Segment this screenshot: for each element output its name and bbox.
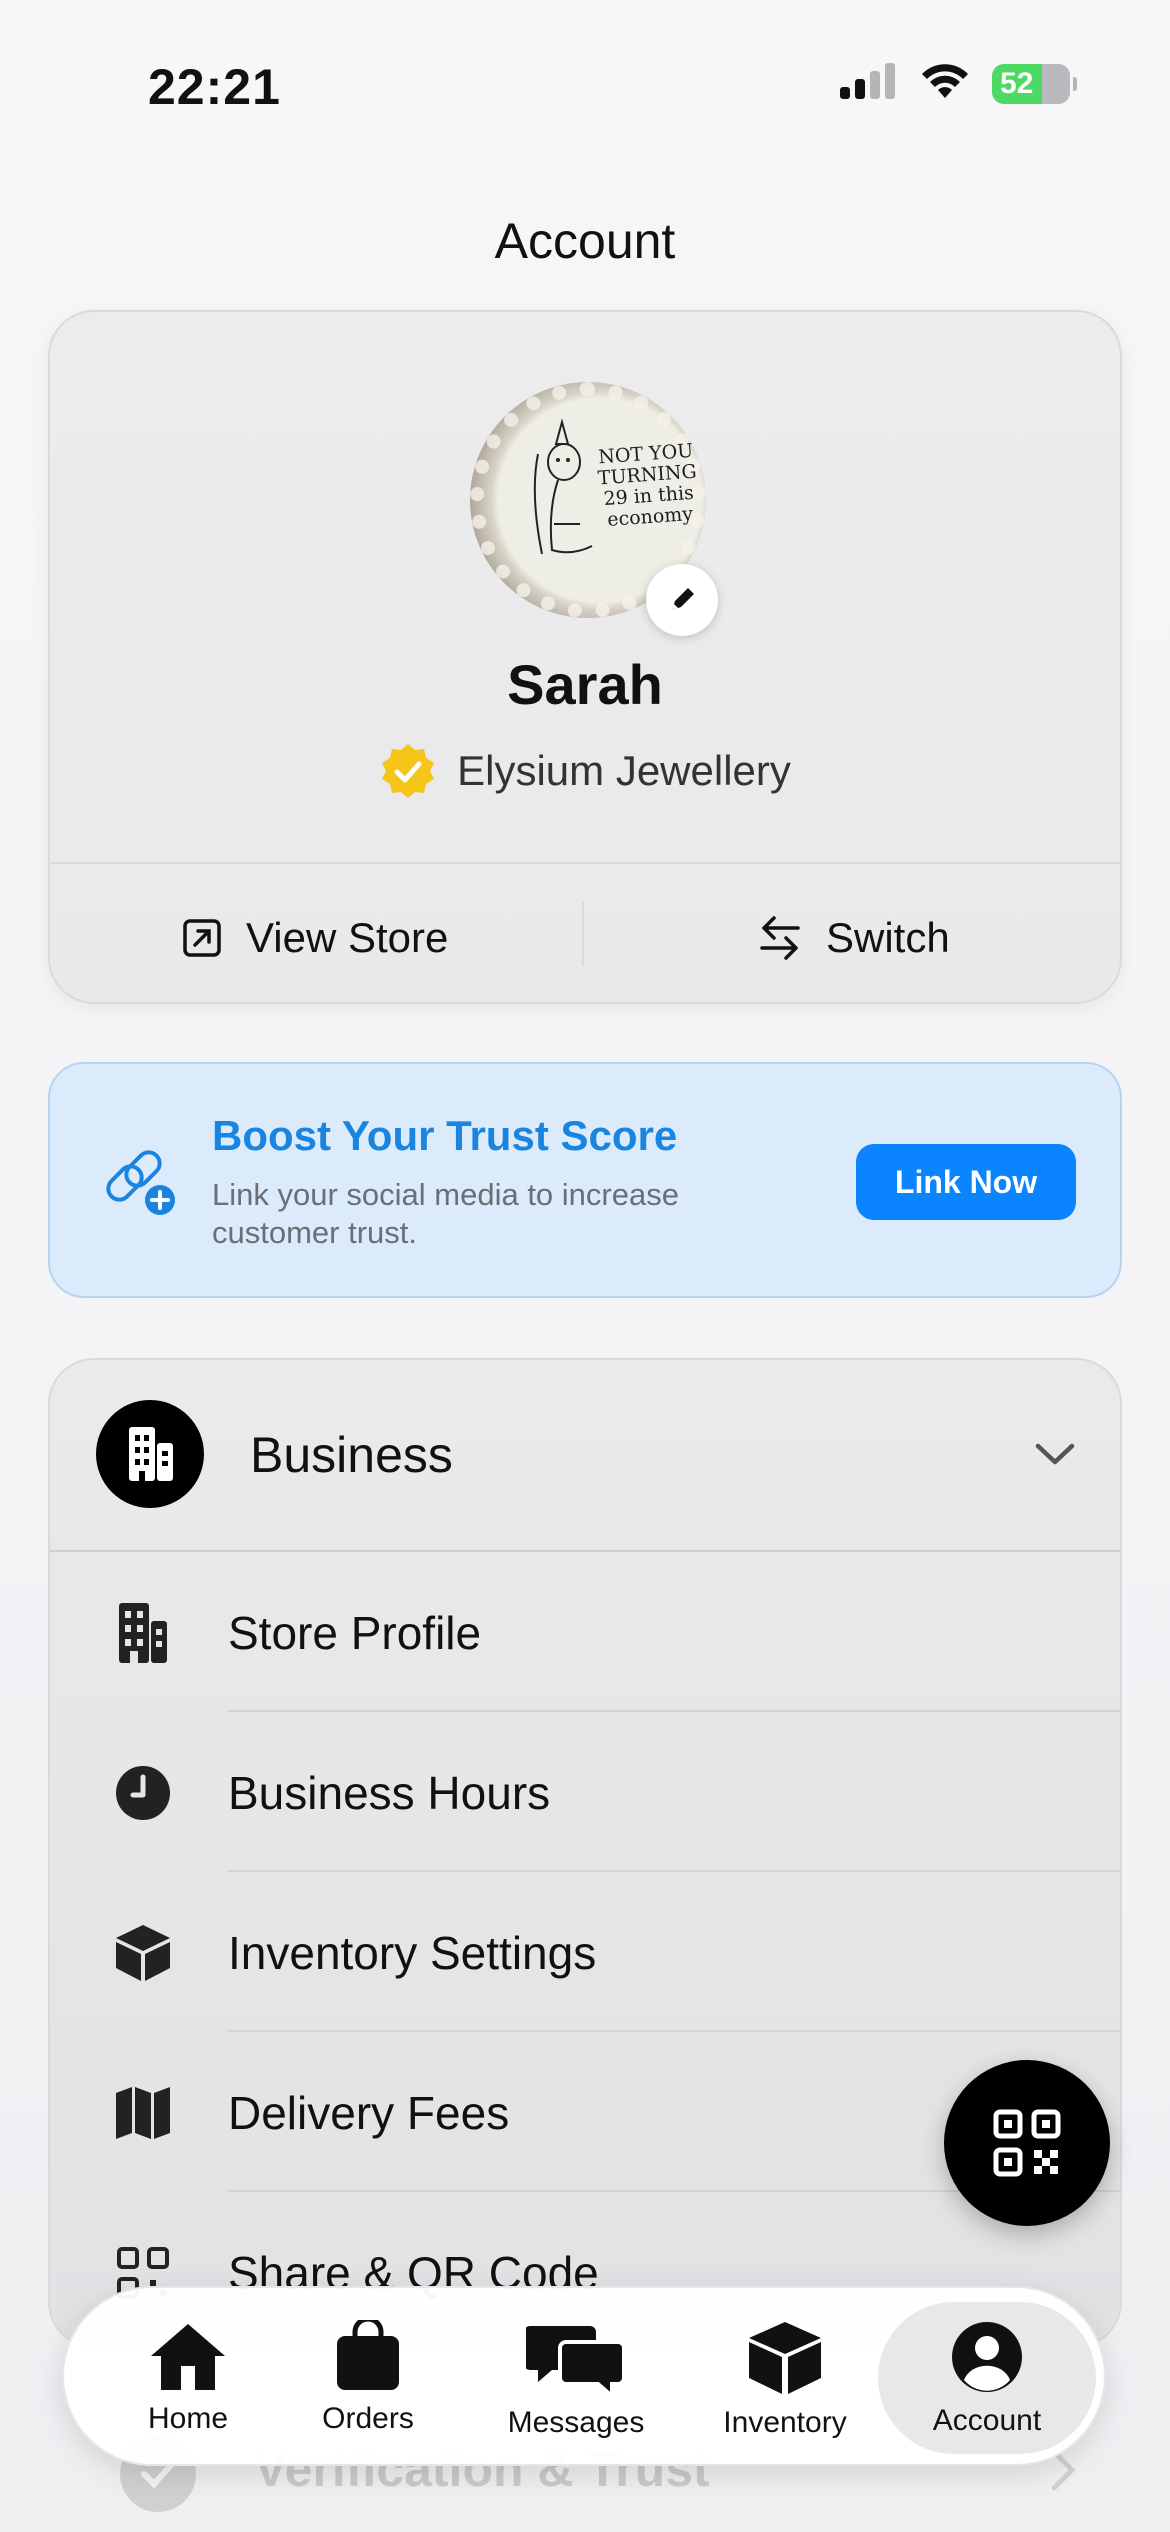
business-section-title: Business: [250, 1427, 453, 1483]
building-icon: [114, 1603, 172, 1663]
link-now-button[interactable]: Link Now: [856, 1144, 1076, 1220]
tab-account[interactable]: Account: [878, 2302, 1096, 2454]
building-icon: [96, 1400, 204, 1508]
tab-home[interactable]: Home: [120, 2302, 256, 2454]
trust-banner-subtitle: Link your social media to increase custo…: [212, 1177, 679, 1250]
edit-avatar-button[interactable]: [646, 564, 718, 636]
tab-label: Inventory: [723, 2406, 847, 2439]
trust-score-banner: Boost Your Trust Score Link your social …: [48, 1062, 1122, 1298]
pencil-icon: [672, 588, 694, 610]
tab-label: Orders: [322, 2402, 414, 2435]
switch-store-button[interactable]: Switch: [758, 908, 950, 968]
menu-item-label: Store Profile: [228, 1607, 482, 1659]
qr-scan-fab[interactable]: [944, 2060, 1110, 2226]
divider: [50, 862, 1120, 864]
page-title: Account: [494, 213, 676, 269]
store-name: Elysium Jewellery: [457, 747, 791, 794]
status-icons: 52: [840, 62, 1077, 105]
battery-level: 52: [1000, 66, 1034, 100]
map-icon: [114, 2084, 172, 2142]
store-row: Elysium Jewellery: [50, 742, 1120, 800]
box-icon: [114, 1924, 172, 1982]
swap-arrows-icon: [760, 916, 800, 960]
avatar-drawing: [533, 418, 593, 555]
link-plus-icon: [106, 1150, 175, 1215]
menu-item-label: Delivery Fees: [228, 2087, 510, 2139]
view-store-label: View Store: [246, 914, 449, 961]
menu-item-store-profile[interactable]: Store Profile: [50, 1552, 1120, 1712]
clock-icon: [114, 1764, 172, 1822]
menu-item-inventory-settings[interactable]: Inventory Settings: [50, 1872, 1120, 2032]
tab-label: Account: [932, 2404, 1042, 2437]
signal-icon: [840, 63, 898, 104]
external-link-icon: [183, 919, 221, 957]
divider: [582, 902, 584, 966]
box-icon: [749, 2322, 821, 2394]
trust-banner-title: Boost Your Trust Score: [212, 1112, 678, 1159]
tab-label: Home: [147, 2402, 229, 2435]
home-icon: [151, 2324, 225, 2390]
verified-badge-icon: [382, 744, 435, 798]
battery-icon: 52: [992, 63, 1077, 104]
account-screen: 22:21 52 Account NOT YOU TURNING 29 in t…: [0, 0, 1170, 2532]
switch-label: Switch: [826, 914, 950, 961]
menu-item-label: Business Hours: [228, 1767, 551, 1819]
menu-item-business-hours[interactable]: Business Hours: [50, 1712, 1120, 1872]
chat-bubbles-icon: [526, 2326, 626, 2396]
qr-code-icon: [993, 2109, 1061, 2177]
tab-messages[interactable]: Messages: [496, 2302, 656, 2454]
profile-name: Sarah: [507, 653, 663, 716]
tab-orders[interactable]: Orders: [300, 2302, 436, 2454]
wifi-icon: [920, 62, 970, 105]
profile-card: NOT YOU TURNING 29 in this economy Sarah…: [48, 310, 1122, 1004]
menu-item-label: Inventory Settings: [228, 1927, 597, 1979]
tab-label: Messages: [507, 2406, 645, 2439]
view-store-button[interactable]: View Store: [182, 908, 448, 968]
chevron-down-icon: [1035, 1443, 1075, 1465]
business-section: Business Store Profile Business Hours In…: [48, 1358, 1122, 2348]
person-circle-icon: [952, 2322, 1022, 2392]
status-time: 22:21: [148, 59, 281, 115]
avatar-cake-text: NOT YOU TURNING 29 in this economy: [597, 439, 698, 531]
tab-bar: Home Orders Messages Inventory Account: [62, 2286, 1106, 2466]
bag-icon: [337, 2320, 399, 2390]
tab-inventory[interactable]: Inventory: [710, 2302, 860, 2454]
business-section-header[interactable]: Business: [50, 1360, 1120, 1550]
